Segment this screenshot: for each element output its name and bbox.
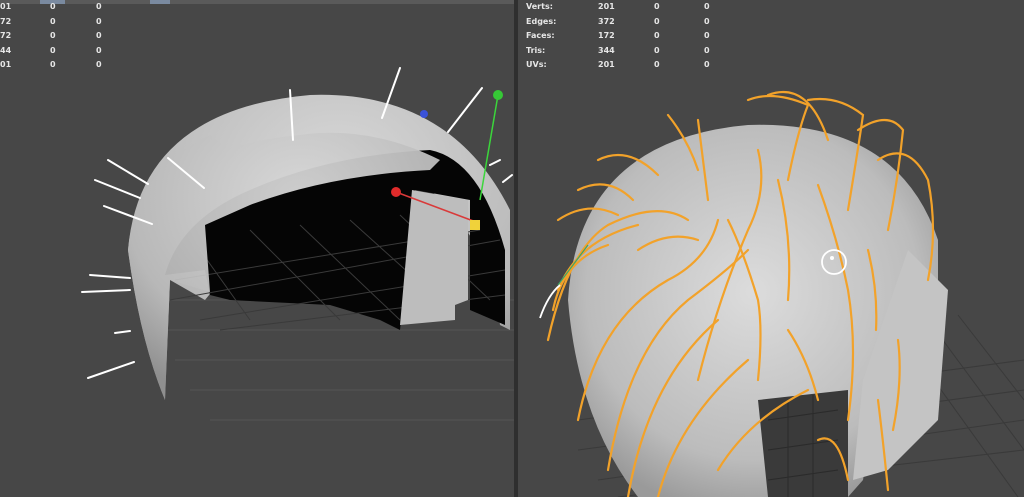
left-scene: [81, 67, 514, 421]
hud-row-tris: 44 0 0: [0, 45, 102, 55]
left-viewport[interactable]: 01 0 0 72 0 0 72 0 0 44 0 0 01 0 0: [0, 0, 514, 497]
hud-row-verts: Verts: 201 0 0: [526, 2, 710, 11]
hud-row-uvs: UVs: 201 0 0: [526, 60, 710, 69]
poly-count-hud: Verts: 201 0 0 Edges: 372 0 0 Faces: 172 0 0 Tris…: [526, 0, 710, 73]
right-scene: [539, 90, 1024, 497]
floor-grid: [150, 299, 514, 421]
poly-count-hud: 01 0 0 72 0 0 72 0 0 44 0 0 01 0 0: [0, 0, 102, 73]
door-panel: [400, 190, 468, 325]
hud-row-uvs: 01 0 0: [0, 60, 102, 69]
hud-row-verts: 01 0 0: [0, 2, 102, 11]
hud-row-edges: Edges: 372 0 0: [526, 16, 710, 26]
hud-row-tris: Tris: 344 0 0: [526, 45, 710, 55]
hud-row-faces: 72 0 0: [0, 31, 102, 40]
hud-row-edges: 72 0 0: [0, 16, 102, 26]
hud-row-faces: Faces: 172 0 0: [526, 31, 710, 40]
right-viewport[interactable]: Verts: 201 0 0 Edges: 372 0 0 Faces: 172 0 0 Tris…: [518, 0, 1024, 497]
